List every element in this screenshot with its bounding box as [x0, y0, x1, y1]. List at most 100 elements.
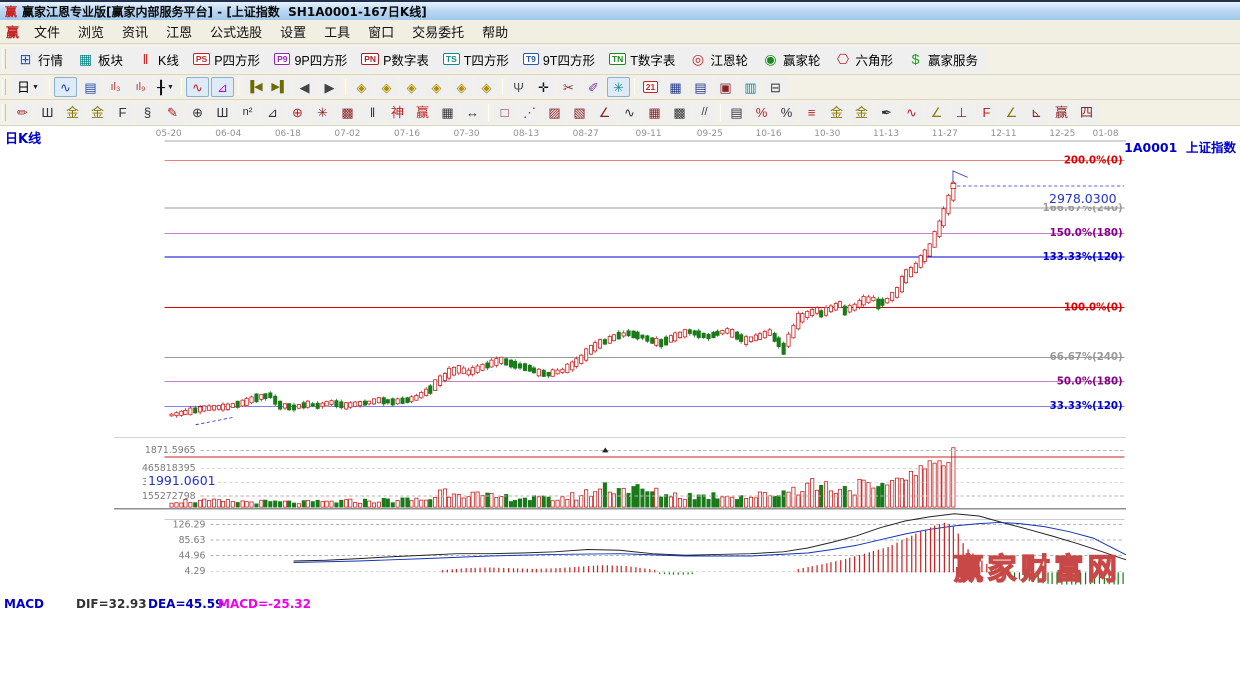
shen-grid-tool[interactable]: 神 [386, 103, 409, 123]
erase-tool[interactable]: ✂ [557, 77, 580, 97]
menu-tools[interactable]: 工具 [315, 20, 359, 43]
gold-angle-tool[interactable]: ∠ [925, 103, 948, 123]
menu-help[interactable]: 帮助 [473, 20, 517, 43]
gold-fan-tool[interactable]: ∠ [1000, 103, 1023, 123]
dot-grid-tool[interactable]: ▩ [668, 103, 691, 123]
angle-ray-t ool[interactable]: ∠ [593, 103, 616, 123]
ying-grid-tool[interactable]: 赢 [411, 103, 434, 123]
square-fan-tool[interactable]: ▧ [568, 103, 591, 123]
t-square-button[interactable]: TST四方形 [436, 47, 516, 72]
spiral-tool[interactable]: § [136, 103, 159, 123]
hexagon-button[interactable]: ⎔六角形 [827, 47, 900, 72]
box-select-tool[interactable]: □ [493, 103, 516, 123]
arc-angle-tool[interactable]: ⊾ [1025, 103, 1048, 123]
slash-lines-tool[interactable]: // [693, 103, 716, 123]
menu-formula-picker[interactable]: 公式选股 [201, 20, 271, 43]
toolbar-grip[interactable] [2, 49, 6, 69]
wave-line-tool[interactable]: ∿ [618, 103, 641, 123]
wave-window-tool[interactable]: ∿ [54, 77, 77, 97]
ladder-tool[interactable]: ▤ [725, 103, 748, 123]
gann-wheel-button[interactable]: ◎江恩轮 [682, 47, 755, 72]
ying-angle-tool[interactable]: 赢 [1050, 103, 1073, 123]
notes-tool[interactable]: ▤ [689, 77, 712, 97]
percent-angle-tool[interactable]: % [750, 103, 773, 123]
save-image-tool[interactable]: ▣ [714, 77, 737, 97]
menu-window[interactable]: 窗口 [359, 20, 403, 43]
period-day-dropdown[interactable]: 日▼ [11, 77, 45, 97]
price-grid-tool[interactable]: Ш [211, 103, 234, 123]
f-square-tool[interactable]: F [111, 103, 134, 123]
trend-line-tool[interactable]: ∿ [186, 77, 209, 97]
nav-next-button[interactable]: ▶ [318, 77, 341, 97]
nav-first-button[interactable]: ▐◀ [243, 77, 266, 97]
wave-angle-tool[interactable]: ∿ [900, 103, 923, 123]
info-card-tool[interactable]: ▤ [79, 77, 102, 97]
p-number-table-button[interactable]: PNP数字表 [354, 47, 436, 72]
square-rays-tool[interactable]: ▨ [543, 103, 566, 123]
hand-pan-tool[interactable]: Ψ [507, 77, 530, 97]
crosshair-tool[interactable]: ✛ [532, 77, 555, 97]
percent-tool[interactable]: % [775, 103, 798, 123]
sectors-button[interactable]: ▦板块 [70, 47, 130, 72]
number-grid-tool[interactable]: ▦ [436, 103, 459, 123]
print-tool[interactable]: ⊟ [764, 77, 787, 97]
grid-lines-tool[interactable]: Ш [36, 103, 59, 123]
radiate-tool[interactable]: ✳ [311, 103, 334, 123]
pattern-3-tool[interactable]: ıl₃ [104, 77, 127, 97]
mirror-tool[interactable]: ⊿ [261, 103, 284, 123]
dense-grid-tool[interactable]: ▦ [643, 103, 666, 123]
t-number-table-button[interactable]: TNT数字表 [602, 47, 682, 72]
percent-lines-tool[interactable]: ≡ [800, 103, 823, 123]
gold-circle-tool[interactable]: 金 [825, 103, 848, 123]
fit-all-button[interactable]: ◈ [475, 77, 498, 97]
calendar-tool[interactable]: 21 [639, 77, 662, 97]
shift-left-button[interactable]: ◈ [350, 77, 373, 97]
calculator-tool[interactable]: ▦ [664, 77, 687, 97]
color-histogram-tool[interactable]: ⊿ [211, 77, 234, 97]
p-square-button[interactable]: PSP四方形 [186, 47, 267, 72]
quotes-button[interactable]: ⊞行情 [10, 47, 70, 72]
toolbar-grip[interactable] [2, 104, 6, 121]
toolbar-grip[interactable] [2, 79, 6, 95]
nav-last-button[interactable]: ▶▌ [268, 77, 291, 97]
ray-fan-tool[interactable]: ⋰ [518, 103, 541, 123]
f-angle-tool[interactable]: F [975, 103, 998, 123]
menu-browse[interactable]: 浏览 [69, 20, 113, 43]
candle-style-dropdown[interactable]: ╂▼ [154, 77, 177, 97]
macd-indicator-label[interactable]: MACD [4, 597, 44, 611]
menu-news[interactable]: 资讯 [113, 20, 157, 43]
four-angle-tool[interactable]: 四 [1075, 103, 1098, 123]
v-scale-button[interactable]: ◈ [450, 77, 473, 97]
tick-marks-tool[interactable]: ‖ [361, 103, 384, 123]
perpendicular-tool[interactable]: ⊥ [950, 103, 973, 123]
brush2-tool[interactable]: ✎ [161, 103, 184, 123]
export-image-tool[interactable]: ▥ [739, 77, 762, 97]
brush-tool[interactable]: ✏ [11, 103, 34, 123]
menu-trade[interactable]: 交易委托 [403, 20, 473, 43]
gold-lines-tool[interactable]: 金 [850, 103, 873, 123]
chart-area[interactable]: 05-2006-0406-1807-0207-1607-3008-1308-27… [0, 126, 1240, 685]
gold-grid-tool[interactable]: 金 [61, 103, 84, 123]
width-measure-tool[interactable]: ↔ [461, 103, 484, 123]
gann-circle-tool[interactable]: ⊕ [286, 103, 309, 123]
h-shrink-button[interactable]: ◈ [425, 77, 448, 97]
sketch-tool[interactable]: ✐ [582, 77, 605, 97]
kline-button[interactable]: ‖K线 [130, 47, 186, 72]
winner-service-button[interactable]: $赢家服务 [900, 47, 985, 72]
ai-analysis-tool[interactable]: ✳ [607, 77, 630, 97]
circle-grid-tool[interactable]: ⊕ [186, 103, 209, 123]
nav-prev-button[interactable]: ◀ [293, 77, 316, 97]
p9-square-button[interactable]: P99P四方形 [267, 47, 354, 72]
menu-file[interactable]: 文件 [25, 20, 69, 43]
n-square-tool[interactable]: n² [236, 103, 259, 123]
h-expand-button[interactable]: ◈ [400, 77, 423, 97]
shift-right-button[interactable]: ◈ [375, 77, 398, 97]
menu-settings[interactable]: 设置 [271, 20, 315, 43]
ink-mark-tool[interactable]: ✒ [875, 103, 898, 123]
web-grid-tool[interactable]: ▩ [336, 103, 359, 123]
menu-gann[interactable]: 江恩 [157, 20, 201, 43]
winner-wheel-button[interactable]: ◉赢家轮 [755, 47, 828, 72]
t9-square-button[interactable]: T99T四方形 [516, 47, 602, 72]
pattern-9-tool[interactable]: ıl₉ [129, 77, 152, 97]
gold-section-tool[interactable]: 金 [86, 103, 109, 123]
